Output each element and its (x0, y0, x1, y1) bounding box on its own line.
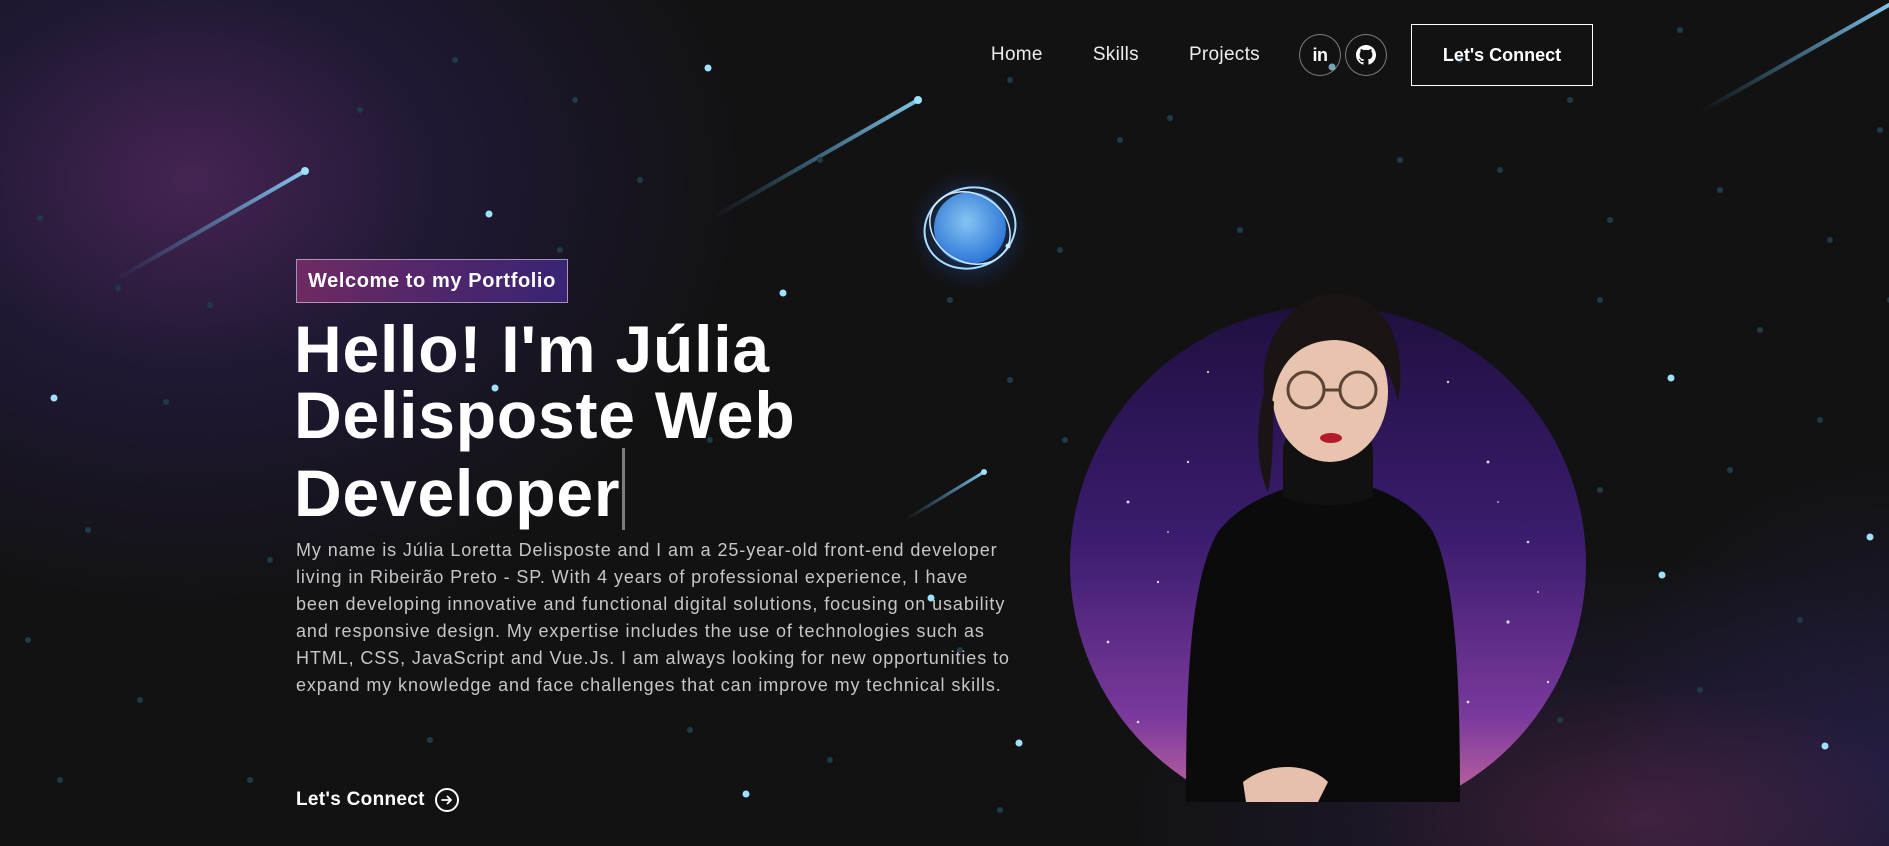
starfield-background (25, 3, 1889, 813)
lets-connect-nav-button[interactable]: Let's Connect (1411, 24, 1593, 86)
profile-portrait-image (1070, 293, 1586, 802)
cta-label: Let's Connect (296, 789, 425, 810)
github-icon (1356, 45, 1376, 65)
nav-link-home[interactable]: Home (991, 44, 1043, 66)
headline-text: Hello! I'm Júlia Delisposte Web Develope… (294, 312, 796, 530)
glowing-planet-icon (908, 170, 1032, 292)
linkedin-icon: in (1312, 44, 1329, 65)
nav-link-skills[interactable]: Skills (1093, 44, 1139, 66)
linkedin-button[interactable]: in (1299, 34, 1341, 76)
typing-cursor (622, 448, 626, 530)
bio-paragraph: My name is Júlia Loretta Delisposte and … (296, 540, 1010, 695)
github-button[interactable] (1345, 34, 1387, 76)
portfolio-page: Home Skills Projects in Let's Connect We… (0, 0, 1889, 846)
arrow-right-circle-icon (434, 788, 459, 812)
social-links: in (1299, 34, 1391, 76)
nav-link-projects[interactable]: Projects (1189, 44, 1260, 66)
hero-headline: Hello! I'm Júlia Delisposte Web Develope… (294, 316, 854, 530)
welcome-tagline: Welcome to my Portfolio (296, 259, 568, 303)
lets-connect-cta-button[interactable]: Let's Connect (296, 788, 459, 812)
navbar: Home Skills Projects in Let's Connect (991, 24, 1593, 86)
